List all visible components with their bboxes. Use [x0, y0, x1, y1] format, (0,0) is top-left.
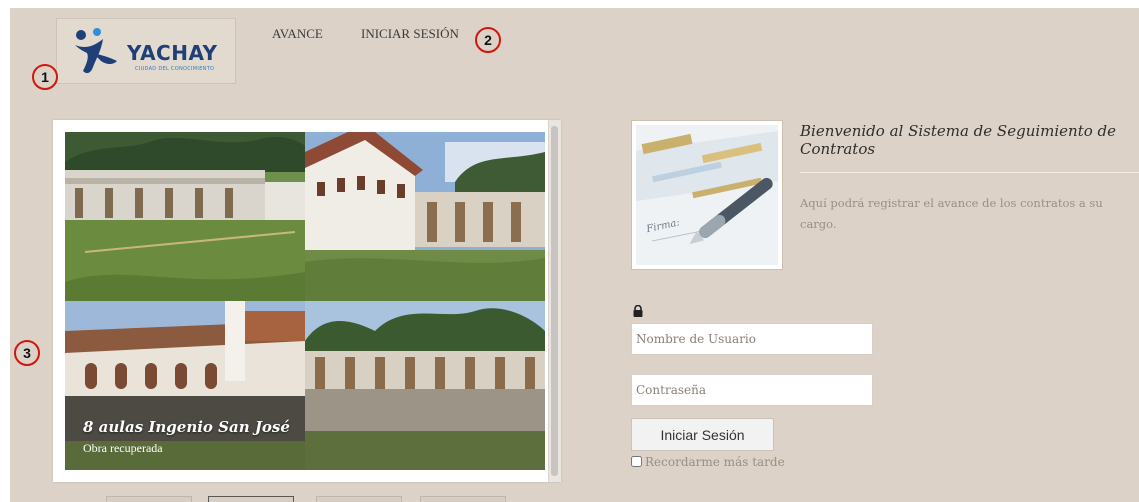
username-field[interactable]	[631, 323, 873, 355]
slide-thumbnail[interactable]	[316, 496, 402, 502]
remember-me[interactable]: Recordarme más tarde	[631, 455, 785, 471]
scrollbar-thumb[interactable]	[551, 126, 558, 476]
login-button[interactable]: Iniciar Sesión	[631, 418, 774, 451]
logo-text: YACHAY	[127, 41, 218, 65]
slide-thumbnail[interactable]	[208, 496, 294, 502]
slide-photo-bottom-right	[305, 301, 545, 470]
yachay-logo-icon	[75, 28, 117, 74]
annotation-marker-1: 1	[32, 64, 58, 90]
slide-caption-title: 8 aulas Ingenio San José	[83, 418, 290, 436]
nav-avance[interactable]: AVANCE	[272, 26, 323, 42]
slide-thumbnail[interactable]	[106, 496, 192, 502]
slide-thumbnail[interactable]	[420, 496, 506, 502]
page-canvas: YACHAY CIUDAD DEL CONOCIMIENTO AVANCE IN…	[10, 8, 1139, 502]
slide-caption-subtitle: Obra recuperada	[83, 441, 163, 455]
annotation-marker-3: 3	[14, 340, 40, 366]
lock-icon	[633, 305, 643, 317]
logo-tagline: CIUDAD DEL CONOCIMIENTO	[135, 66, 215, 72]
slideshow[interactable]: 8 aulas Ingenio San José Obra recuperada	[53, 120, 561, 482]
slide-photo-top-right	[305, 132, 545, 301]
remember-me-label: Recordarme más tarde	[645, 455, 785, 469]
slideshow-scrollbar[interactable]	[548, 120, 561, 482]
yachay-logo[interactable]: YACHAY CIUDAD DEL CONOCIMIENTO	[56, 18, 236, 84]
welcome-image: Firma:	[631, 120, 783, 270]
welcome-title: Bienvenido al Sistema de Seguimiento de …	[800, 122, 1117, 158]
password-field[interactable]	[631, 374, 873, 406]
slide-image[interactable]: 8 aulas Ingenio San José Obra recuperada	[65, 132, 545, 470]
annotation-marker-2: 2	[475, 27, 501, 53]
slide-photo-top-left	[65, 132, 305, 301]
nav-iniciar-sesion[interactable]: INICIAR SESIÓN	[361, 26, 459, 42]
welcome-divider	[800, 172, 1139, 173]
welcome-text: Aquí podrá registrar el avance de los co…	[800, 196, 1103, 231]
remember-me-checkbox[interactable]	[631, 456, 642, 467]
